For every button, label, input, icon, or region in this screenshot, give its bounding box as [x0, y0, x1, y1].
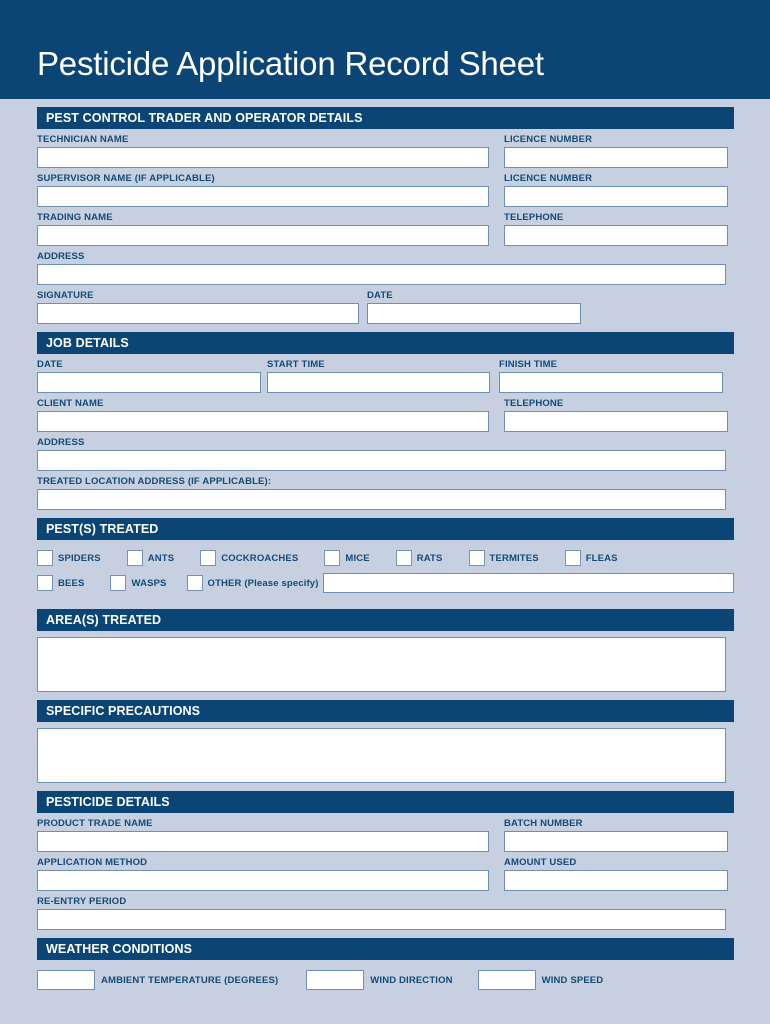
input-licence-number-1[interactable] [504, 147, 728, 168]
pest-checkbox-group: SPIDERS ANTS COCKROACHES MICE RATS TERMI [37, 540, 734, 601]
input-re-entry-period[interactable] [37, 909, 726, 930]
label-product-trade-name: PRODUCT TRADE NAME [37, 818, 153, 829]
row-application-method: APPLICATION METHOD AMOUNT USED [37, 852, 734, 891]
row-weather-conditions: AMBIENT TEMPERATURE (DEGREES) WIND DIREC… [37, 960, 734, 992]
label-ants: ANTS [147, 552, 175, 564]
row-signature-date: SIGNATURE DATE [37, 285, 734, 324]
section-header-weather: WEATHER CONDITIONS [37, 938, 734, 960]
input-wind-direction[interactable] [306, 970, 365, 990]
record-sheet-page: Pesticide Application Record Sheet PEST … [0, 0, 770, 1024]
label-job-address: ADDRESS [37, 437, 85, 448]
input-trader-date[interactable] [367, 303, 581, 324]
label-rats: RATS [416, 552, 443, 564]
label-licence-number-2: LICENCE NUMBER [504, 173, 593, 184]
checkbox-cockroaches[interactable] [200, 550, 217, 566]
row-product-trade-name: PRODUCT TRADE NAME BATCH NUMBER [37, 813, 734, 852]
checkbox-other[interactable] [186, 575, 203, 591]
input-supervisor-name[interactable] [37, 186, 489, 207]
section-header-pesticide: PESTICIDE DETAILS [37, 791, 734, 813]
input-client-telephone[interactable] [504, 411, 728, 432]
form-body: PEST CONTROL TRADER AND OPERATOR DETAILS… [0, 99, 770, 1024]
input-signature[interactable] [37, 303, 359, 324]
row-supervisor: SUPERVISOR NAME (IF APPLICABLE) LICENCE … [37, 168, 734, 207]
textarea-areas-treated[interactable] [37, 637, 726, 692]
checkbox-spiders[interactable] [37, 550, 53, 566]
checkbox-rats[interactable] [395, 550, 412, 566]
checkbox-wasps[interactable] [110, 575, 127, 591]
textarea-specific-precautions[interactable] [37, 728, 726, 783]
label-mice: MICE [345, 552, 370, 564]
label-other-specify: OTHER (Please specify) [207, 577, 319, 589]
input-trader-address[interactable] [37, 264, 726, 285]
label-bees: BEES [58, 577, 85, 589]
label-wind-speed: WIND SPEED [541, 974, 604, 986]
label-trader-address: ADDRESS [37, 251, 85, 262]
input-application-method[interactable] [37, 870, 489, 891]
input-wind-speed[interactable] [477, 970, 536, 990]
row-technician: TECHNICIAN NAME LICENCE NUMBER [37, 129, 734, 168]
checkbox-ants[interactable] [126, 550, 143, 566]
row-treated-location: TREATED LOCATION ADDRESS (IF APPLICABLE)… [37, 471, 734, 510]
row-trading-name: TRADING NAME TELEPHONE [37, 207, 734, 246]
input-client-name[interactable] [37, 411, 489, 432]
row-job-times: DATE START TIME FINISH TIME [37, 354, 734, 393]
section-header-pests: PEST(S) TREATED [37, 518, 734, 540]
label-finish-time: FINISH TIME [499, 359, 558, 370]
input-batch-number[interactable] [504, 831, 728, 852]
input-finish-time[interactable] [499, 372, 723, 393]
label-trading-name: TRADING NAME [37, 212, 113, 223]
section-header-precautions: SPECIFIC PRECAUTIONS [37, 700, 734, 722]
input-technician-name[interactable] [37, 147, 489, 168]
label-technician-name: TECHNICIAN NAME [37, 134, 129, 145]
label-signature: SIGNATURE [37, 290, 94, 301]
label-client-name: CLIENT NAME [37, 398, 104, 409]
input-amount-used[interactable] [504, 870, 728, 891]
label-fleas: FLEAS [585, 552, 618, 564]
input-trading-name[interactable] [37, 225, 489, 246]
input-treated-location[interactable] [37, 489, 726, 510]
input-start-time[interactable] [267, 372, 490, 393]
checkbox-mice[interactable] [324, 550, 341, 566]
input-job-date[interactable] [37, 372, 261, 393]
label-trader-date: DATE [367, 290, 393, 301]
label-amount-used: AMOUNT USED [504, 857, 577, 868]
label-start-time: START TIME [267, 359, 325, 370]
label-wind-direction: WIND DIRECTION [370, 974, 453, 986]
checkbox-termites[interactable] [468, 550, 485, 566]
section-header-areas: AREA(S) TREATED [37, 609, 734, 631]
input-other-pest[interactable] [322, 573, 734, 593]
label-treated-location: TREATED LOCATION ADDRESS (IF APPLICABLE)… [37, 476, 272, 487]
page-title: Pesticide Application Record Sheet [37, 45, 544, 82]
label-ambient-temperature: AMBIENT TEMPERATURE (DEGREES) [101, 974, 279, 986]
label-termites: TERMITES [489, 552, 539, 564]
label-client-telephone: TELEPHONE [504, 398, 564, 409]
section-header-job: JOB DETAILS [37, 332, 734, 354]
input-job-address[interactable] [37, 450, 726, 471]
label-trader-telephone: TELEPHONE [504, 212, 564, 223]
label-cockroaches: COCKROACHES [221, 552, 299, 564]
label-licence-number-1: LICENCE NUMBER [504, 134, 593, 145]
label-application-method: APPLICATION METHOD [37, 857, 148, 868]
label-wasps: WASPS [131, 577, 167, 589]
input-licence-number-2[interactable] [504, 186, 728, 207]
pest-checkbox-row-2: BEES WASPS OTHER (Please specify) [37, 572, 734, 594]
row-trader-address: ADDRESS [37, 246, 734, 285]
label-re-entry-period: RE-ENTRY PERIOD [37, 896, 127, 907]
input-trader-telephone[interactable] [504, 225, 728, 246]
title-banner: Pesticide Application Record Sheet [0, 0, 770, 99]
checkbox-fleas[interactable] [564, 550, 581, 566]
label-batch-number: BATCH NUMBER [504, 818, 583, 829]
checkbox-bees[interactable] [37, 575, 53, 591]
label-job-date: DATE [37, 359, 63, 370]
input-product-trade-name[interactable] [37, 831, 489, 852]
section-header-trader: PEST CONTROL TRADER AND OPERATOR DETAILS [37, 107, 734, 129]
pest-checkbox-row-1: SPIDERS ANTS COCKROACHES MICE RATS TERMI [37, 547, 734, 569]
label-supervisor-name: SUPERVISOR NAME (IF APPLICABLE) [37, 173, 215, 184]
row-job-address: ADDRESS [37, 432, 734, 471]
row-re-entry-period: RE-ENTRY PERIOD [37, 891, 734, 930]
input-ambient-temperature[interactable] [37, 970, 95, 990]
label-spiders: SPIDERS [58, 552, 101, 564]
row-client: CLIENT NAME TELEPHONE [37, 393, 734, 432]
